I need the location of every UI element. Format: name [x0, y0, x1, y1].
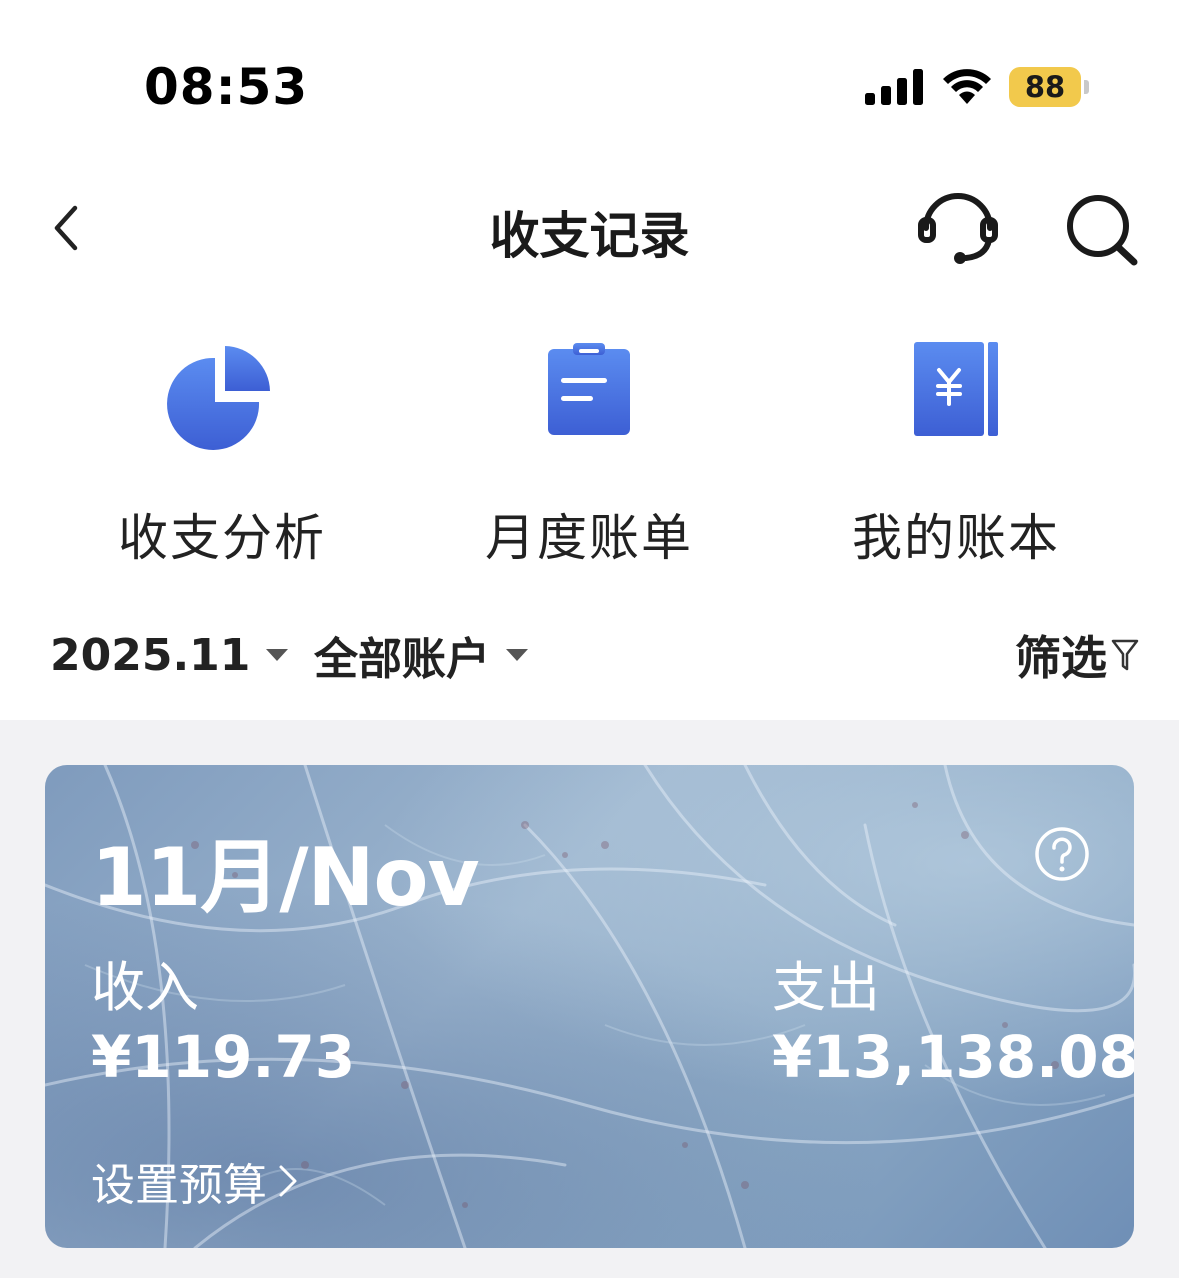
battery-indicator: 88	[1009, 67, 1089, 107]
shortcut-my-ledger[interactable]: 我的账本	[806, 330, 1106, 570]
shortcut-label: 收支分析	[118, 509, 326, 567]
set-budget-label: 设置预算	[91, 1160, 267, 1211]
wifi-icon	[943, 69, 991, 104]
income-label: 收入	[91, 956, 199, 1019]
status-icons: 88	[865, 66, 1089, 108]
shortcut-label: 我的账本	[852, 509, 1060, 567]
cellular-signal-icon	[865, 69, 923, 105]
account-value: 全部账户	[314, 634, 490, 685]
battery-cap	[1084, 80, 1089, 94]
clipboard-icon	[529, 330, 649, 450]
filter-label: 筛选	[1015, 631, 1107, 685]
monthly-summary-card[interactable]: 11月/Nov 收入 ¥119.73 支出 ¥13,138.08 设置预算	[45, 765, 1134, 1248]
page: 08:53 88 收支记录 收支分析 月度账单 我的账本 2025.11 全部账…	[0, 0, 1179, 1278]
month-selector[interactable]: 2025.11	[50, 620, 289, 690]
card-month-title: 11月/Nov	[91, 831, 480, 924]
funnel-icon	[1111, 639, 1139, 671]
caret-down-icon	[506, 649, 528, 661]
filter-button[interactable]: 筛选	[1015, 620, 1139, 690]
customer-service-button[interactable]	[916, 190, 1000, 270]
help-button[interactable]	[1033, 825, 1091, 883]
chevron-right-icon	[279, 1165, 297, 1197]
caret-down-icon	[266, 649, 289, 661]
shortcut-label: 月度账单	[485, 509, 693, 567]
search-icon	[1067, 195, 1138, 266]
filter-row: 2025.11 全部账户 筛选	[0, 620, 1179, 700]
search-button[interactable]	[1060, 190, 1144, 270]
headset-icon	[918, 193, 998, 264]
battery-level: 88	[1024, 70, 1066, 104]
shortcut-monthly-bill[interactable]: 月度账单	[439, 330, 739, 570]
question-circle-icon	[1035, 827, 1089, 881]
pie-chart-icon	[162, 330, 282, 450]
set-budget-link[interactable]: 设置预算	[91, 1149, 299, 1213]
account-selector[interactable]: 全部账户	[314, 620, 528, 690]
expense-amount: ¥13,138.08	[772, 1023, 1134, 1091]
month-value: 2025.11	[50, 629, 251, 681]
ledger-book-icon	[896, 330, 1016, 450]
income-amount: ¥119.73	[91, 1023, 356, 1091]
page-title: 收支记录	[489, 207, 690, 265]
expense-label: 支出	[772, 956, 880, 1019]
shortcut-analysis[interactable]: 收支分析	[72, 330, 372, 570]
status-time: 08:53	[144, 58, 309, 116]
